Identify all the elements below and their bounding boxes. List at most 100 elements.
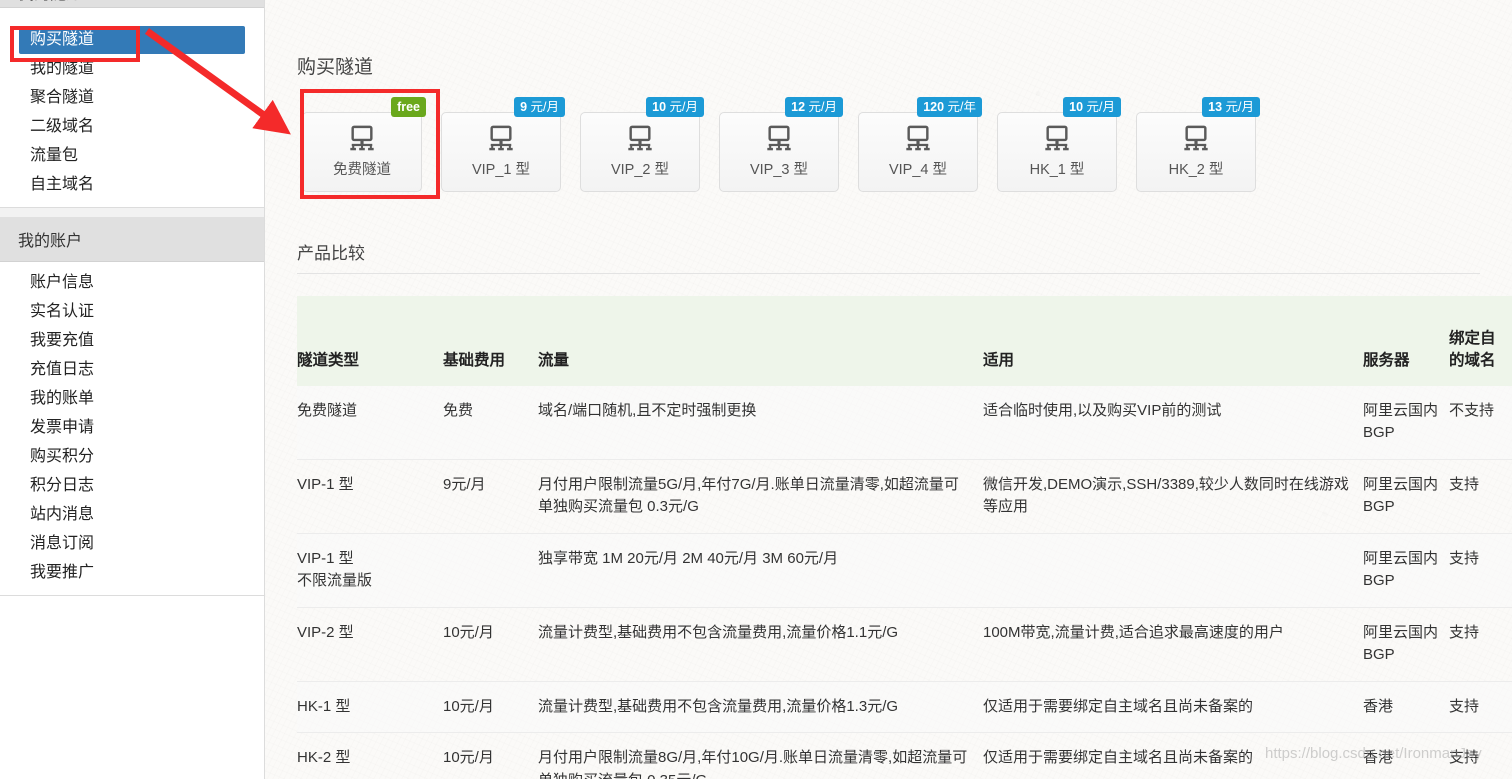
table-cell-fee: 10元/月 [443,732,538,779]
free-badge: free [391,97,426,117]
monitor-network-icon [1045,125,1069,151]
product-card-wrapper: 120 元/年 VIP_4 型 [858,97,982,192]
table-row: HK-1 型 10元/月 流量计费型,基础费用不包含流量费用,流量价格1.3元/G 仅… [297,681,1512,734]
sidebar-item-5[interactable]: 流量包 [0,141,264,170]
sidebar-item-8[interactable]: 积分日志 [0,471,264,500]
price-badge: 12 元/月 [785,97,843,117]
table-cell-bind: 支持 [1449,607,1512,682]
sidebar-item-3[interactable]: 聚合隧道 [0,83,264,112]
price-badge: 9 元/月 [514,97,565,117]
price-amount: 12 [791,100,806,114]
table-cell-flow: 月付用户限制流量8G/月,年付10G/月.账单日流量清零,如超流量可单独购买流量… [538,732,983,779]
product-card-wrapper: free 免费隧道 [302,97,426,192]
table-cell-bind: 支持 [1449,732,1512,779]
table-cell-fee: 9元/月 [443,459,538,534]
price-badge: 10 元/月 [646,97,704,117]
table-cell-type: VIP-2 型 [297,607,443,682]
sidebar-item-6[interactable]: 发票申请 [0,413,264,442]
product-card[interactable]: HK_2 型 [1136,112,1256,192]
table-header-cell: 隧道类型 [297,296,443,386]
app-root: 我的隧道购买隧道我的隧道聚合隧道二级域名流量包自主域名我的账户账户信息实名认证我… [0,0,1512,779]
table-cell-fee [443,533,538,608]
product-card-wrapper: 10 元/月 HK_1 型 [997,97,1121,192]
table-cell-use [983,533,1363,608]
table-cell-flow: 流量计费型,基础费用不包含流量费用,流量价格1.1元/G [538,607,983,682]
price-unit: 元/月 [1083,100,1115,114]
monitor-network-icon [489,125,513,151]
price-badge: 10 元/月 [1063,97,1121,117]
sidebar-item-1[interactable]: 账户信息 [0,268,264,297]
product-card-label: HK_1 型 [1029,162,1085,178]
table-cell-bind: 支持 [1449,681,1512,734]
sidebar-item-10[interactable]: 消息订阅 [0,529,264,558]
price-unit: 元/月 [527,100,559,114]
price-unit: 元/月 [1222,100,1254,114]
price-amount: 120 [923,100,945,114]
table-header-cell: 适用 [983,296,1363,386]
sidebar-item-3[interactable]: 我要充值 [0,326,264,355]
price-unit: 元/年 [944,100,976,114]
product-card-label: VIP_1 型 [471,162,531,178]
sidebar-item-9[interactable]: 站内消息 [0,500,264,529]
monitor-network-icon [1184,125,1208,151]
product-card-label: VIP_4 型 [888,162,948,178]
table-cell-type: VIP-1 型 [297,459,443,534]
sidebar-item-6[interactable]: 自主域名 [0,170,264,199]
sidebar-item-2[interactable]: 我的隧道 [0,54,264,83]
table-cell-bind: 不支持 [1449,385,1512,460]
comparison-table-scroll[interactable]: 隧道类型 基础费用 流量 适用 服务器 绑定自 的域名 免费隧道 免费 域名/端口随机,且不定… [297,296,1512,779]
sidebar-item-5[interactable]: 我的账单 [0,384,264,413]
sidebar-group-gap [0,208,264,217]
product-card[interactable]: HK_1 型 [997,112,1117,192]
price-amount: 10 [652,100,667,114]
sidebar: 我的隧道购买隧道我的隧道聚合隧道二级域名流量包自主域名我的账户账户信息实名认证我… [0,0,265,779]
product-card[interactable]: VIP_1 型 [441,112,561,192]
page-title: 购买隧道 [297,57,374,78]
table-row: HK-2 型 10元/月 月付用户限制流量8G/月,年付10G/月.账单日流量清零,… [297,732,1512,779]
sidebar-item-2[interactable]: 实名认证 [0,297,264,326]
main-content: 购买隧道 free 免费隧道 9 元/月 VIP_1 型 10 元/月 VIP_2 型 12… [265,0,1512,779]
product-card[interactable]: VIP_2 型 [580,112,700,192]
sidebar-group-header: 我的隧道 [0,0,264,8]
sidebar-item-1[interactable]: 购买隧道 [19,26,245,54]
table-row: VIP-1 型 不限流量版 独享带宽 1M 20元/月 2M 40元/月 3M 6… [297,533,1512,608]
table-row: 免费隧道 免费 域名/端口随机,且不定时强制更换 适合临时使用,以及购买VIP前的测试… [297,385,1512,460]
comparison-title: 产品比较 [297,239,1480,274]
table-cell-bind: 支持 [1449,459,1512,534]
sidebar-group-header: 我的账户 [0,217,264,262]
sidebar-item-7[interactable]: 购买积分 [0,442,264,471]
table-row: VIP-1 型 9元/月 月付用户限制流量5G/月,年付7G/月.账单日流量清零,如… [297,459,1512,534]
monitor-network-icon [906,125,930,151]
table-cell-type: HK-2 型 [297,732,443,779]
table-cell-server: 香港 [1363,732,1449,779]
product-card[interactable]: VIP_4 型 [858,112,978,192]
table-body: 免费隧道 免费 域名/端口随机,且不定时强制更换 适合临时使用,以及购买VIP前的测试… [297,385,1512,779]
table-head: 隧道类型 基础费用 流量 适用 服务器 绑定自 的域名 [297,296,1512,386]
sidebar-item-4[interactable]: 充值日志 [0,355,264,384]
table-cell-use: 仅适用于需要绑定自主域名且尚未备案的 [983,732,1363,779]
product-card[interactable]: 免费隧道 [302,112,422,192]
table-cell-use: 微信开发,DEMO演示,SSH/3389,较少人数同时在线游戏等应用 [983,459,1363,534]
product-card[interactable]: VIP_3 型 [719,112,839,192]
sidebar-item-4[interactable]: 二级域名 [0,112,264,141]
price-unit: 元/月 [805,100,837,114]
sidebar-item-11[interactable]: 我要推广 [0,558,264,587]
sidebar-groups: 我的隧道购买隧道我的隧道聚合隧道二级域名流量包自主域名我的账户账户信息实名认证我… [0,0,264,596]
table-cell-type: 免费隧道 [297,385,443,460]
table-header-cell: 基础费用 [443,296,538,386]
comparison-table: 隧道类型 基础费用 流量 适用 服务器 绑定自 的域名 免费隧道 免费 域名/端口随机,且不定… [297,296,1512,779]
table-cell-server: 香港 [1363,681,1449,734]
table-header-cell: 流量 [538,296,983,386]
monitor-network-icon [628,125,652,151]
sidebar-group-header-label: 我的隧道 [18,0,82,4]
price-badge: 120 元/年 [917,97,982,117]
price-badge: 13 元/月 [1202,97,1260,117]
monitor-network-icon [767,125,791,151]
table-cell-use: 100M带宽,流量计费,适合追求最高速度的用户 [983,607,1363,682]
table-cell-type: VIP-1 型 不限流量版 [297,533,443,608]
table-cell-type: HK-1 型 [297,681,443,734]
sidebar-group-body: 账户信息 实名认证 我要充值 充值日志 我的账单 发票申请 购买积分 积分日志 站内消息 消息订阅… [0,262,264,596]
product-card-list: free 免费隧道 9 元/月 VIP_1 型 10 元/月 VIP_2 型 12 元/月 V… [297,97,1512,192]
table-cell-server: 阿里云国内BGP [1363,459,1449,534]
product-card-wrapper: 10 元/月 VIP_2 型 [580,97,704,192]
